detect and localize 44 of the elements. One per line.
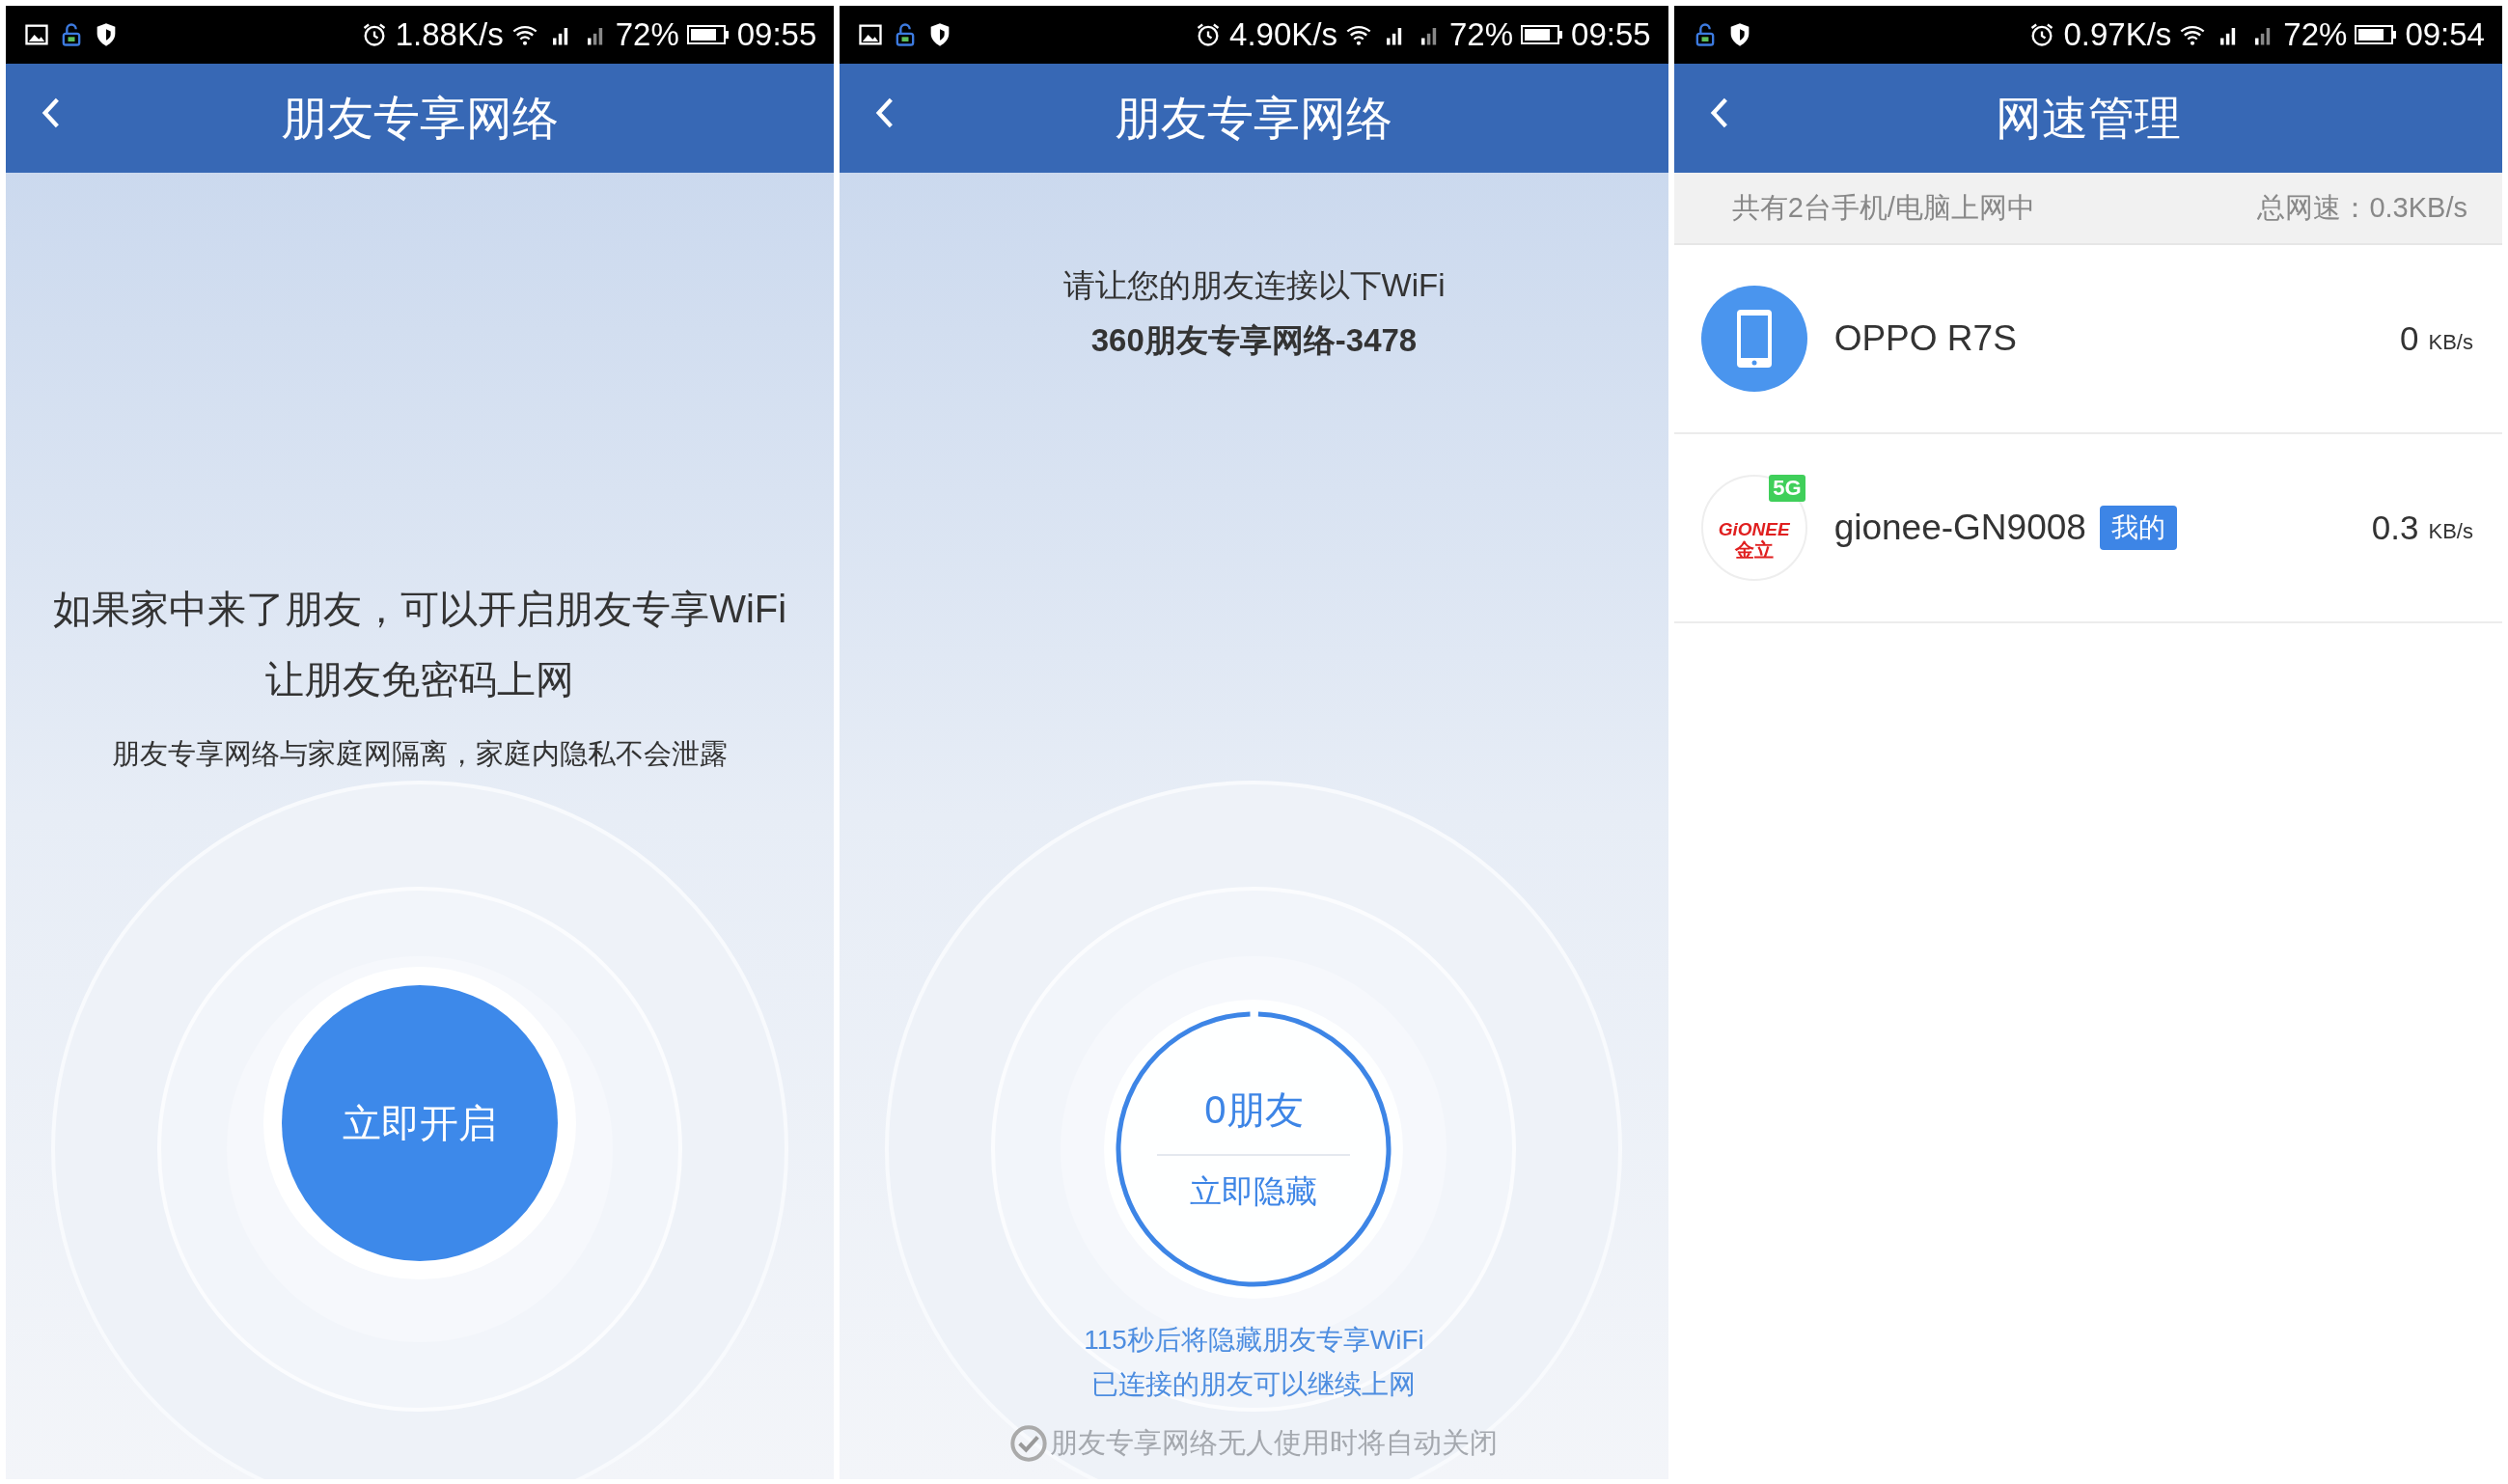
auto-close-checkbox[interactable] xyxy=(1009,1424,1049,1463)
device-speed: 0 xyxy=(2400,319,2419,358)
countdown-info: 已连接的朋友可以继续上网 xyxy=(1091,1368,1417,1401)
network-speed: 1.88K/s xyxy=(395,16,504,53)
device-name: gionee-GN9008 xyxy=(1833,508,2086,548)
intro-text: 如果家中来了朋友，可以开启朋友专享WiFi xyxy=(53,587,787,632)
speed-unit: KB/s xyxy=(2428,518,2473,544)
intro-text: 让朋友免密码上网 xyxy=(265,657,575,702)
back-chevron-icon xyxy=(41,96,62,129)
instruction-text: 请让您的朋友连接以下WiFi xyxy=(1062,266,1446,305)
hide-now-button[interactable]: 立即隐藏 xyxy=(1184,1169,1324,1215)
auto-close-label: 朋友专享网络无人使用时将自动关闭 xyxy=(1050,1426,1499,1460)
screen-title: 朋友专享网络 xyxy=(1115,91,1393,146)
network-speed: 4.90K/s xyxy=(1229,16,1337,53)
device-name: OPPO R7S xyxy=(1833,318,2017,359)
screen-title: 网速管理 xyxy=(1995,91,2181,146)
friend-count: 0朋友 xyxy=(1157,1084,1351,1156)
clock-time: 09:55 xyxy=(1571,16,1651,53)
back-chevron-icon xyxy=(1708,96,1730,129)
total-speed: 总网速：0.3KB/s xyxy=(2257,190,2467,225)
device-row[interactable]: 5G GiONEE 金立 gionee-GN9008 我的 0.3 KB/s xyxy=(1673,434,2502,623)
device-speed: 0.3 xyxy=(2371,508,2419,547)
network-badge: 5G xyxy=(1769,475,1805,502)
battery-percent: 72% xyxy=(615,16,679,53)
logo-text: 金立 xyxy=(1734,539,1774,561)
phone-icon xyxy=(1700,286,1807,392)
clock-time: 09:55 xyxy=(736,16,817,53)
wifi-name: 360朋友专享网络-3478 xyxy=(1090,321,1418,360)
logo-text: GiONEE xyxy=(1718,520,1790,539)
start-now-button[interactable]: 立即开启 xyxy=(282,985,559,1261)
privacy-note: 朋友专享网络与家庭网隔离，家庭内隐私不会泄露 xyxy=(112,737,729,771)
battery-icon xyxy=(686,24,730,45)
device-row[interactable]: OPPO R7S 0 KB/s xyxy=(1673,245,2502,434)
network-speed: 0.97K/s xyxy=(2063,16,2172,53)
battery-percent: 72% xyxy=(2283,16,2348,53)
device-count: 共有2台手机/电脑上网中 xyxy=(1731,190,2035,225)
countdown-info: 115秒后将隐藏朋友专享WiFi xyxy=(1084,1324,1424,1357)
screen-title: 朋友专享网络 xyxy=(281,91,560,146)
mine-tag: 我的 xyxy=(2099,506,2177,550)
battery-icon xyxy=(2355,24,2398,45)
battery-icon xyxy=(1521,24,1564,45)
battery-percent: 72% xyxy=(1449,16,1514,53)
speed-unit: KB/s xyxy=(2428,329,2473,355)
clock-time: 09:54 xyxy=(2405,16,2485,53)
